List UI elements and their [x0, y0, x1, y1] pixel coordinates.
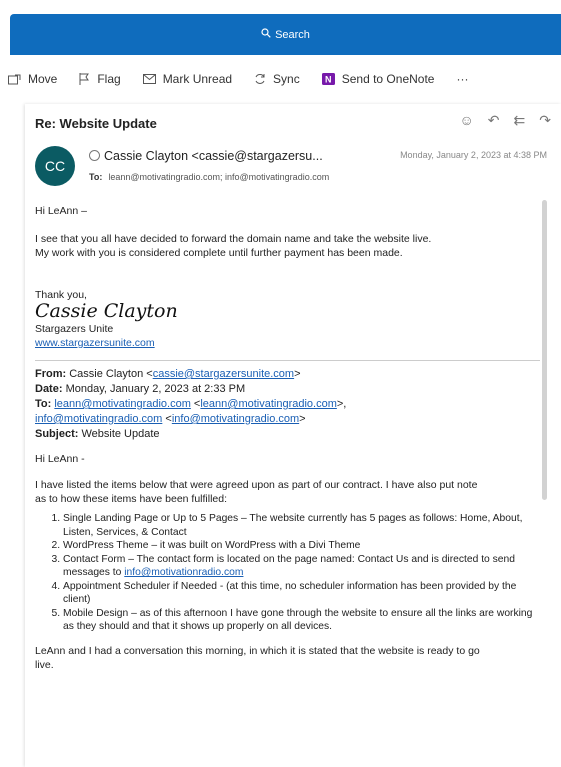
sync-button[interactable]: Sync: [254, 72, 300, 86]
move-label: Move: [28, 72, 58, 86]
body-line: live.: [35, 658, 54, 671]
mail-icon: [142, 74, 156, 84]
message-actions: ☺ ↶ ⇇ ↷: [460, 112, 552, 129]
signature: Cassie Clayton: [35, 300, 178, 322]
message-subject: Re: Website Update: [35, 116, 157, 131]
greeting: Hi LeAnn –: [35, 205, 87, 217]
flag-icon: [79, 73, 90, 85]
to-bracket: >: [299, 413, 306, 425]
message-body: Hi LeAnn – I see that you all have decid…: [35, 204, 540, 672]
move-icon: [8, 74, 21, 85]
to-email-link[interactable]: leann@motivatingradio.com: [54, 398, 191, 410]
from-label: From:: [35, 368, 67, 380]
company-name: Stargazers Unite: [35, 323, 114, 335]
forward-icon[interactable]: ↷: [539, 112, 551, 129]
more-icon: ···: [456, 72, 469, 86]
body-line: I have listed the items below that were …: [35, 479, 478, 491]
body-line: as to how these items have been fulfille…: [35, 493, 228, 505]
select-radio[interactable]: [89, 150, 100, 161]
svg-text:N: N: [325, 75, 332, 85]
list-item: Contact Form – The contact form is locat…: [63, 553, 540, 580]
send-to-onenote-label: Send to OneNote: [341, 72, 435, 86]
send-to-onenote-button[interactable]: N Send to OneNote: [321, 72, 435, 86]
to-bracket: <: [162, 413, 172, 425]
subject-label: Subject:: [35, 428, 79, 440]
message-toolbar: Move Flag Mark Unread Sync N Send to One…: [0, 62, 561, 96]
reading-pane: Re: Website Update ☺ ↶ ⇇ ↷ CC Cassie Cla…: [25, 104, 561, 767]
search-bar[interactable]: Search: [10, 14, 561, 55]
avatar: CC: [35, 146, 75, 186]
more-button[interactable]: ···: [456, 72, 468, 86]
list-item: Single Landing Page or Up to 5 Pages – T…: [63, 512, 540, 539]
mark-unread-label: Mark Unread: [162, 72, 233, 86]
sync-label: Sync: [273, 72, 300, 86]
emoji-icon[interactable]: ☺: [460, 112, 474, 129]
body-line: I see that you all have decided to forwa…: [35, 233, 432, 245]
quoted-subject: Website Update: [81, 428, 160, 440]
to-email-link[interactable]: info@motivatingradio.com: [172, 413, 299, 425]
sync-icon: [254, 73, 266, 85]
to-bracket: >,: [336, 398, 347, 410]
list-item: Mobile Design – as of this afternoon I h…: [63, 607, 540, 634]
divider: [35, 360, 540, 361]
list-item: WordPress Theme – it was built on WordPr…: [63, 539, 540, 553]
to-email-link[interactable]: info@motivatingradio.com: [35, 413, 162, 425]
date-label: Date:: [35, 383, 63, 395]
sender-name: Cassie Clayton <cassie@stargazersu...: [104, 149, 323, 163]
onenote-icon: N: [321, 73, 335, 85]
website-link[interactable]: www.stargazersunite.com: [35, 337, 155, 349]
contract-items: Single Landing Page or Up to 5 Pages – T…: [35, 512, 540, 634]
to-bracket: <: [190, 398, 201, 410]
search-label: Search: [275, 28, 310, 41]
from-close: >: [294, 368, 301, 380]
from-email-link[interactable]: cassie@stargazersunite.com: [153, 368, 294, 380]
flag-button[interactable]: Flag: [79, 72, 121, 86]
mark-unread-button[interactable]: Mark Unread: [142, 72, 233, 86]
quoted-greeting: Hi LeAnn -: [35, 453, 85, 465]
contact-email-link[interactable]: info@motivationradio.com: [124, 567, 243, 578]
list-item: Appointment Scheduler if Needed - (at th…: [63, 580, 540, 607]
from-name: Cassie Clayton <: [69, 368, 153, 380]
reply-all-icon[interactable]: ⇇: [514, 112, 526, 129]
message-date: Monday, January 2, 2023 at 4:38 PM: [400, 150, 547, 160]
move-button[interactable]: Move: [8, 72, 57, 86]
flag-label: Flag: [97, 72, 121, 86]
reply-icon[interactable]: ↶: [488, 112, 500, 129]
recipients: To: leann@motivatingradio.com; info@motiv…: [89, 172, 329, 182]
body-line: LeAnn and I had a conversation this morn…: [35, 644, 480, 657]
search-icon: [261, 28, 271, 41]
recipients-list: leann@motivatingradio.com; info@motivati…: [108, 172, 330, 182]
to-label: To:: [35, 398, 52, 410]
to-label: To:: [89, 172, 103, 182]
to-email-link[interactable]: leann@motivatingradio.com: [200, 398, 337, 410]
scrollbar[interactable]: [542, 200, 547, 500]
quoted-date: Monday, January 2, 2023 at 2:33 PM: [65, 383, 246, 395]
body-line: My work with you is considered complete …: [35, 247, 403, 259]
sender[interactable]: Cassie Clayton <cassie@stargazersu...: [89, 149, 323, 163]
quoted-header: From: Cassie Clayton <cassie@stargazersu…: [35, 367, 540, 442]
